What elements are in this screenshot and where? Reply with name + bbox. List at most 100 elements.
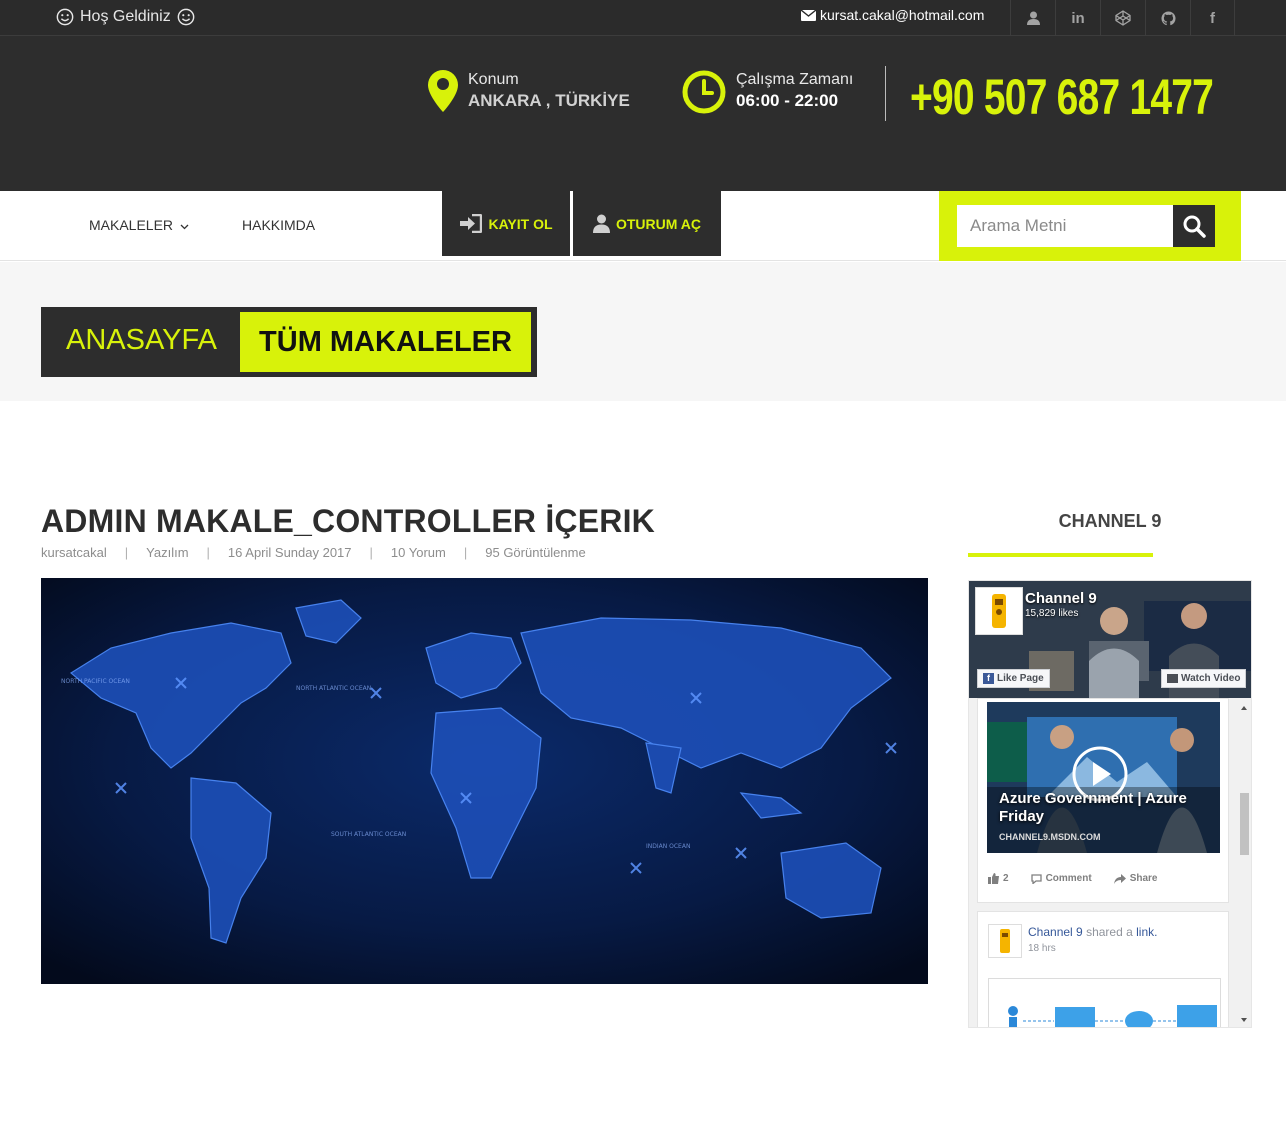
phone-number[interactable]: +90 507 687 1477	[910, 66, 1214, 128]
widget-title-underline	[968, 553, 1153, 557]
fb-video-site: CHANNEL9.MSDN.COM	[999, 832, 1101, 842]
article-views: 95 Görüntülenme	[485, 545, 586, 560]
linkedin-icon[interactable]: in	[1055, 0, 1100, 36]
nav-item-hakkimda[interactable]: HAKKIMDA	[242, 217, 315, 233]
fb-comment-action[interactable]: Comment	[1030, 873, 1092, 884]
comment-icon	[1030, 873, 1042, 884]
email-link[interactable]: kursat.cakal@hotmail.com	[801, 7, 984, 23]
hours-value: 06:00 - 22:00	[736, 91, 839, 110]
login-label: OTURUM AÇ	[615, 215, 702, 232]
site-header: Konum ANKARA , TÜRKİYE Çalışma Zamanı 06…	[0, 36, 1286, 191]
nav-item-label: MAKALELER	[89, 217, 174, 233]
clock-icon	[682, 70, 726, 114]
search-box	[939, 191, 1241, 261]
social-links: in f	[1010, 0, 1235, 36]
scroll-up-icon[interactable]	[1237, 703, 1251, 713]
fb-page-name[interactable]: Channel 9	[1025, 590, 1097, 607]
fb-watch-video-label: Watch Video	[1181, 673, 1241, 684]
fb-post-header: Channel 9 shared a link.	[1028, 925, 1157, 939]
fb-like-page-label: Like Page	[997, 673, 1044, 684]
map-pin-icon	[428, 70, 458, 112]
github-icon[interactable]	[1145, 0, 1190, 36]
thumbs-up-icon	[988, 873, 999, 884]
register-label: KAYIT OL	[488, 215, 553, 232]
fb-share-label: Share	[1129, 873, 1158, 884]
location-label: Konum	[468, 71, 519, 88]
fb-post-diagram[interactable]	[988, 978, 1221, 1027]
fb-like-count[interactable]: 2	[988, 873, 1009, 884]
location-info: Konum ANKARA , TÜRKİYE	[428, 70, 630, 112]
fb-comment-label: Comment	[1045, 873, 1092, 884]
fb-post-avatar[interactable]	[988, 924, 1022, 958]
fb-post-time: 18 hrs	[1028, 943, 1056, 954]
smile-icon	[177, 8, 195, 26]
fb-post: Azure Government | Azure Friday CHANNEL9…	[977, 698, 1229, 903]
breadcrumb-current: TÜM MAKALELER	[240, 312, 531, 372]
codepen-icon[interactable]	[1100, 0, 1145, 36]
main-nav: MAKALELER HAKKIMDA KAYIT OL OTURUM AÇ	[0, 191, 1286, 261]
article-comments[interactable]: 10 Yorum	[391, 545, 446, 560]
share-icon	[1113, 873, 1126, 884]
search-icon	[1183, 215, 1206, 238]
fb-page-logo[interactable]	[975, 587, 1023, 635]
svg-text:SOUTH ATLANTIC OCEAN: SOUTH ATLANTIC OCEAN	[331, 831, 406, 838]
facebook-icon[interactable]: f	[1190, 0, 1235, 36]
smile-icon	[56, 8, 74, 26]
header-divider	[885, 66, 886, 121]
svg-text:NORTH PACIFIC OCEAN: NORTH PACIFIC OCEAN	[61, 678, 130, 685]
chevron-down-icon	[180, 224, 189, 230]
fb-video-title[interactable]: Azure Government | Azure Friday	[999, 790, 1199, 826]
fb-post-actions: 2 Comment Share	[988, 873, 1157, 884]
fb-post-link[interactable]: link.	[1136, 925, 1157, 939]
meta-separator: |	[369, 545, 373, 560]
location-value: ANKARA , TÜRKİYE	[468, 91, 630, 110]
article-meta: kursatcakal | Yazılım | 16 April Sunday …	[41, 545, 586, 560]
breadcrumb: ANASAYFA TÜM MAKALELER	[41, 307, 537, 377]
meta-separator: |	[206, 545, 210, 560]
fb-watch-video-button[interactable]: Watch Video	[1161, 669, 1247, 688]
welcome-text: Hoş Geldiniz	[80, 8, 171, 25]
fb-page-likes: 15,829 likes	[1025, 608, 1079, 619]
fb-post: Channel 9 shared a link. 18 hrs	[977, 911, 1229, 1027]
facebook-page-widget: Channel 9 15,829 likes f Like Page Watch…	[968, 580, 1252, 1028]
breadcrumb-home[interactable]: ANASAYFA	[66, 324, 217, 357]
svg-text:NORTH ATLANTIC OCEAN: NORTH ATLANTIC OCEAN	[296, 685, 371, 692]
top-bar: Hoş Geldiniz kursat.cakal@hotmail.com in…	[0, 0, 1286, 36]
hours-label: Çalışma Zamanı	[736, 71, 854, 88]
facebook-icon: f	[983, 673, 994, 684]
nav-item-label: HAKKIMDA	[242, 217, 316, 233]
register-button[interactable]: KAYIT OL	[442, 191, 570, 256]
article-author[interactable]: kursatcakal	[41, 545, 107, 560]
video-icon	[1167, 674, 1178, 683]
fb-like-count-text: 2	[1003, 873, 1009, 884]
article-date: 16 April Sunday 2017	[227, 545, 352, 560]
fb-post-video[interactable]: Azure Government | Azure Friday CHANNEL9…	[987, 702, 1220, 853]
working-hours: Çalışma Zamanı 06:00 - 22:00	[682, 70, 853, 114]
welcome-message: Hoş Geldiniz	[56, 6, 195, 28]
search-button[interactable]	[1173, 205, 1215, 247]
page-title-band: ANASAYFA TÜM MAKALELER	[0, 262, 1286, 401]
article-category[interactable]: Yazılım	[146, 545, 188, 560]
article-hero-image: NORTH PACIFIC OCEAN NORTH ATLANTIC OCEAN…	[41, 578, 928, 984]
nav-item-makaleler[interactable]: MAKALELER	[89, 217, 189, 233]
user-icon[interactable]	[1010, 0, 1055, 36]
login-button[interactable]: OTURUM AÇ	[573, 191, 721, 256]
scrollbar-thumb[interactable]	[1240, 793, 1249, 855]
article-title: ADMIN MAKALE_CONTROLLER İÇERIK	[41, 503, 655, 539]
envelope-icon	[801, 9, 816, 21]
widget-scrollbar[interactable]	[1237, 701, 1251, 1027]
scroll-down-icon[interactable]	[1237, 1015, 1251, 1025]
fb-like-page-button[interactable]: f Like Page	[977, 669, 1050, 688]
fb-cover-image: Channel 9 15,829 likes f Like Page Watch…	[969, 581, 1251, 698]
fb-post-text: shared a	[1086, 925, 1133, 939]
meta-separator: |	[463, 545, 468, 560]
fb-post-page[interactable]: Channel 9	[1028, 925, 1083, 939]
svg-text:INDIAN OCEAN: INDIAN OCEAN	[646, 843, 690, 850]
email-text: kursat.cakal@hotmail.com	[820, 7, 985, 23]
meta-separator: |	[124, 545, 129, 560]
search-input[interactable]	[957, 205, 1173, 247]
user-icon	[592, 214, 610, 233]
widget-title: CHANNEL 9	[1058, 511, 1162, 531]
sign-in-icon	[460, 214, 483, 233]
fb-share-action[interactable]: Share	[1113, 873, 1158, 884]
